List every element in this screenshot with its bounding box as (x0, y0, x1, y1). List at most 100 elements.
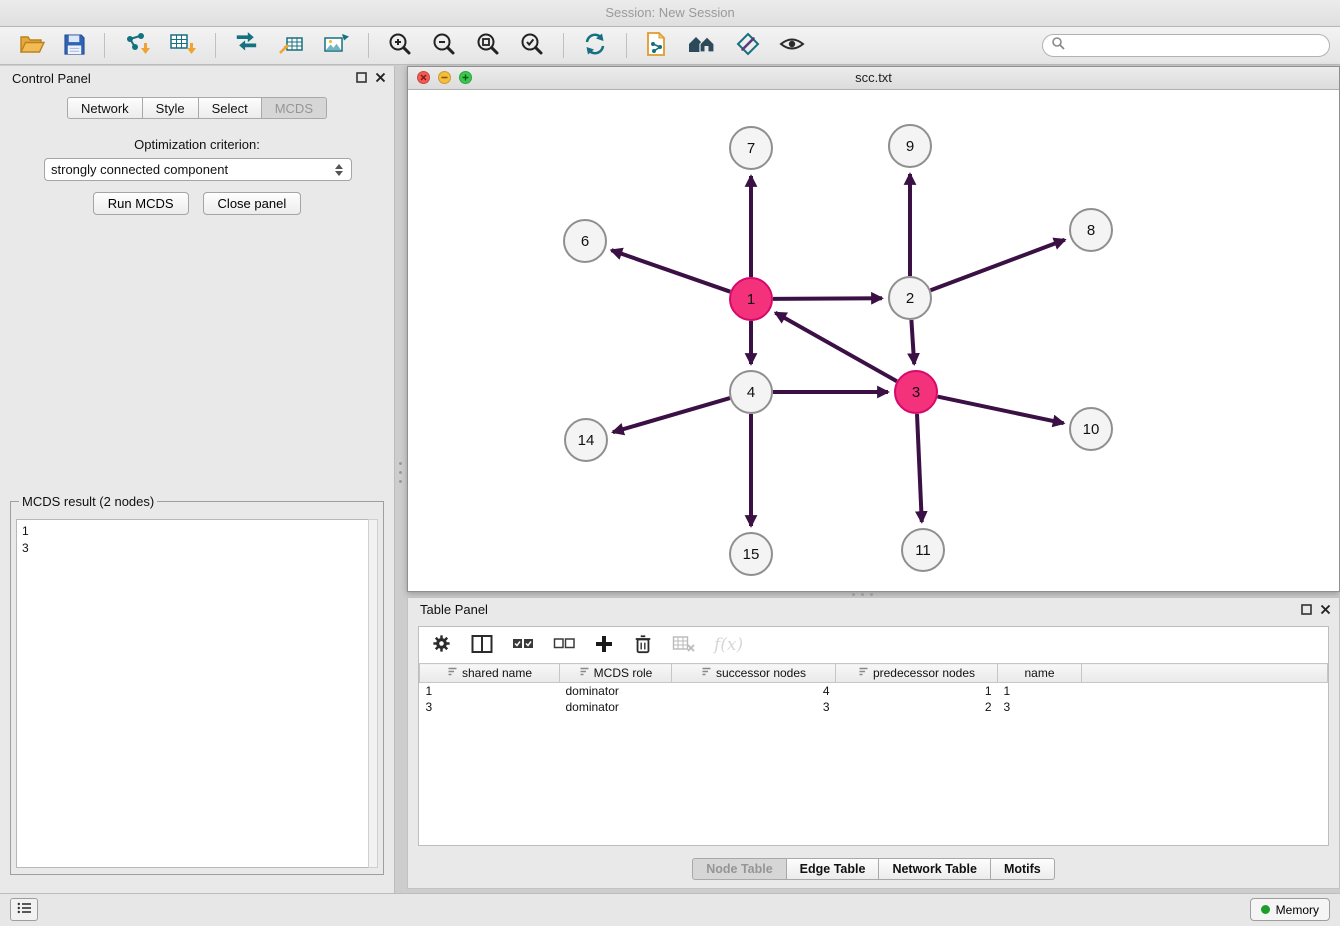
apply-style-button[interactable] (733, 29, 763, 62)
zoom-out-button[interactable] (429, 29, 459, 62)
node-10[interactable]: 10 (1070, 408, 1112, 450)
close-mcds-panel-button[interactable]: Close panel (203, 192, 302, 215)
show-graphics-details-button[interactable] (777, 29, 807, 62)
edge-4-14[interactable] (613, 398, 730, 432)
column-header-shared-name[interactable]: shared name (420, 664, 560, 683)
search-box[interactable] (1042, 34, 1330, 57)
tab-style[interactable]: Style (143, 97, 199, 119)
edge-3-11[interactable] (917, 414, 922, 522)
cell-name[interactable]: 3 (998, 699, 1082, 715)
svg-text:4: 4 (747, 384, 755, 401)
node-3[interactable]: 3 (895, 371, 937, 413)
node-8[interactable]: 8 (1070, 209, 1112, 251)
column-header-mcds-role[interactable]: MCDS role (560, 664, 672, 683)
node-1[interactable]: 1 (730, 278, 772, 320)
cell-successor-nodes[interactable]: 3 (672, 699, 836, 715)
tab-select[interactable]: Select (199, 97, 262, 119)
cell-shared-name[interactable]: 3 (420, 699, 560, 715)
node-2[interactable]: 2 (889, 277, 931, 319)
open-session-button[interactable] (17, 30, 47, 61)
import-network-file-button[interactable] (121, 29, 153, 62)
node-9[interactable]: 9 (889, 125, 931, 167)
zoom-window-button[interactable] (459, 71, 472, 84)
cell-filler (1082, 683, 1328, 700)
list-icon (17, 902, 32, 917)
status-bar: Memory (0, 893, 1340, 926)
memory-status-icon (1261, 905, 1270, 914)
cell-successor-nodes[interactable]: 4 (672, 683, 836, 700)
run-mcds-button[interactable]: Run MCDS (93, 192, 189, 215)
trash-icon (633, 633, 653, 658)
select-all-columns-button[interactable] (510, 632, 536, 658)
column-header-name[interactable]: name (998, 664, 1082, 683)
close-window-button[interactable] (417, 71, 430, 84)
node-7[interactable]: 7 (730, 127, 772, 169)
table-options-button[interactable] (429, 631, 454, 659)
tab-network-table[interactable]: Network Table (879, 858, 991, 880)
horizontal-splitter[interactable] (852, 592, 878, 596)
edge-3-1[interactable] (775, 313, 896, 382)
node-6[interactable]: 6 (564, 220, 606, 262)
node-14[interactable]: 14 (565, 419, 607, 461)
svg-text:3: 3 (912, 384, 920, 401)
float-panel-button[interactable] (356, 71, 367, 86)
minimize-window-button[interactable] (438, 71, 451, 84)
unselect-all-columns-button[interactable] (551, 632, 577, 658)
new-network-from-table-button[interactable] (276, 29, 307, 62)
zoom-selected-button[interactable] (517, 29, 547, 62)
float-table-panel-button[interactable] (1301, 603, 1312, 618)
edge-1-6[interactable] (611, 250, 730, 292)
tab-node-table[interactable]: Node Table (692, 858, 786, 880)
function-builder-button[interactable]: f(x) (712, 633, 745, 657)
zoom-in-button[interactable] (385, 29, 415, 62)
import-table-file-button[interactable] (167, 29, 199, 62)
delete-table-button[interactable] (670, 633, 697, 658)
node-11[interactable]: 11 (902, 529, 944, 571)
cell-predecessor-nodes[interactable]: 2 (836, 699, 998, 715)
tab-network[interactable]: Network (67, 97, 143, 119)
node-15[interactable]: 15 (730, 533, 772, 575)
first-neighbors-button[interactable] (685, 30, 719, 61)
tab-mcds[interactable]: MCDS (262, 97, 327, 119)
table-panel-header: Table Panel (408, 598, 1339, 622)
cell-mcds-role[interactable]: dominator (560, 683, 672, 700)
cell-name[interactable]: 1 (998, 683, 1082, 700)
create-column-button[interactable] (592, 632, 616, 659)
column-header-predecessor-nodes[interactable]: predecessor nodes (836, 664, 998, 683)
save-session-button[interactable] (61, 31, 88, 61)
close-control-panel-button[interactable] (375, 71, 386, 86)
node-4[interactable]: 4 (730, 371, 772, 413)
mcds-result-list[interactable]: 1 3 (16, 519, 369, 868)
clone-style-button[interactable] (643, 29, 671, 62)
task-history-button[interactable] (10, 898, 38, 921)
edge-1-2[interactable] (773, 298, 882, 299)
zoom-fit-button[interactable] (473, 29, 503, 62)
vertical-splitter[interactable] (398, 462, 402, 488)
network-window-titlebar[interactable]: scc.txt (408, 67, 1339, 90)
search-input[interactable] (1070, 38, 1321, 54)
criterion-dropdown[interactable]: strongly connected component (44, 158, 352, 181)
result-scrollbar[interactable] (368, 519, 378, 868)
edge-3-10[interactable] (938, 397, 1064, 424)
delete-columns-button[interactable] (631, 631, 655, 660)
cell-predecessor-nodes[interactable]: 1 (836, 683, 998, 700)
edge-2-3[interactable] (911, 320, 914, 364)
network-canvas[interactable]: 7 9 6 8 1 2 4 3 14 10 15 11 (408, 90, 1339, 591)
cell-shared-name[interactable]: 1 (420, 683, 560, 700)
houses-icon (687, 32, 717, 59)
cell-mcds-role[interactable]: dominator (560, 699, 672, 715)
table-toolbar: f(x) (419, 627, 1328, 663)
table-row[interactable]: 3 dominator 3 2 3 (420, 699, 1328, 715)
table-tabs: Node Table Edge Table Network Table Moti… (408, 858, 1339, 880)
show-columns-button[interactable] (469, 632, 495, 659)
memory-button[interactable]: Memory (1250, 898, 1330, 921)
new-network-button[interactable] (232, 29, 262, 62)
export-image-button[interactable] (321, 29, 352, 62)
tab-motifs[interactable]: Motifs (991, 858, 1055, 880)
close-table-panel-button[interactable] (1320, 603, 1331, 618)
tab-edge-table[interactable]: Edge Table (787, 858, 880, 880)
table-row[interactable]: 1 dominator 4 1 1 (420, 683, 1328, 700)
column-header-successor-nodes[interactable]: successor nodes (672, 664, 836, 683)
edge-2-8[interactable] (931, 240, 1065, 290)
refresh-view-button[interactable] (580, 29, 610, 62)
